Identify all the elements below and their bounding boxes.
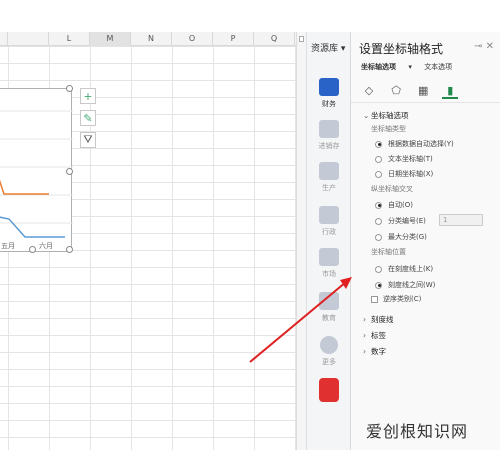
annotation-arrow [249,277,352,363]
watermark-text: 爱创根知识网 [366,422,469,441]
